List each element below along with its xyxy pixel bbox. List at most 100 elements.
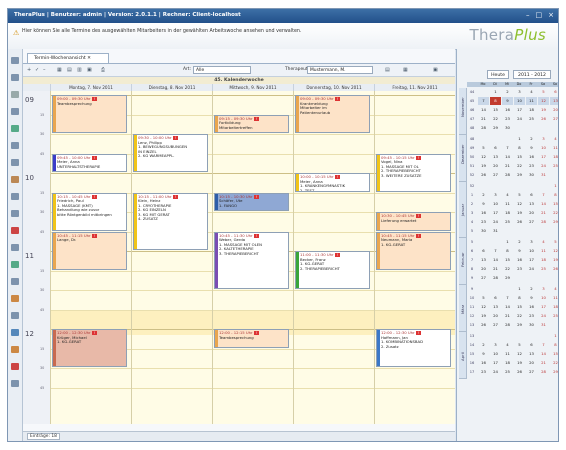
appointment[interactable]: 09:00 - 09:30 Uhr! Teambesprechung [52, 95, 127, 133]
confirm-icon[interactable]: ✓ [35, 67, 39, 73]
appointment[interactable]: 10:45 - 11:30 Uhr! Weber, Gerda 1. MASSAGE… [214, 231, 289, 289]
calendar-day[interactable]: 18 [538, 256, 549, 264]
calendar-day[interactable]: 7 [478, 97, 489, 105]
calendar-day[interactable]: 29 [490, 124, 501, 132]
calendar-day[interactable]: 2 [514, 238, 525, 246]
calendar-day[interactable] [538, 227, 549, 235]
week-number[interactable]: 52 [467, 184, 477, 188]
calendar-day[interactable]: 25 [550, 162, 558, 170]
nav-icon-15[interactable] [11, 295, 19, 302]
appointment[interactable]: 10:15 - 10:30 Uhr! Schäfer, Ute 1. FANGO [214, 192, 289, 211]
calendar-day[interactable]: 12 [538, 97, 549, 105]
calendar-day[interactable]: 24 [526, 265, 537, 273]
calendar-day[interactable]: 8 [502, 247, 513, 255]
week-number[interactable]: 9 [467, 287, 477, 291]
calendar-day[interactable]: 7 [502, 144, 513, 152]
tab-termin-wochenansicht[interactable]: Termin-Wochenansicht ✕ [27, 53, 109, 63]
calendar-day[interactable]: 17 [526, 256, 537, 264]
calendar-day[interactable] [538, 332, 549, 340]
calendar-day[interactable]: 1 [550, 182, 558, 190]
calendar-day[interactable]: 13 [526, 350, 537, 358]
calendar-day[interactable]: 9 [502, 97, 513, 105]
calendar-day[interactable] [550, 227, 558, 235]
calendar-day[interactable]: 14 [478, 106, 489, 114]
art-select[interactable]: Alle [193, 66, 251, 74]
calendar-day[interactable]: 22 [514, 312, 525, 320]
week-number[interactable]: 16 [467, 361, 477, 365]
week-number[interactable]: 17 [467, 370, 477, 374]
calendar-day[interactable]: 16 [526, 153, 537, 161]
calendar-day[interactable] [502, 285, 513, 293]
calendar-day[interactable]: 3 [514, 88, 525, 96]
calendar-day[interactable]: 16 [478, 359, 489, 367]
calendar-day[interactable]: 10 [490, 200, 501, 208]
calendar-day[interactable]: 2 [526, 285, 537, 293]
calendar-day[interactable]: 11 [502, 200, 513, 208]
nav-icon-20[interactable] [11, 380, 19, 387]
calendar-day[interactable] [526, 124, 537, 132]
calendar-day[interactable]: 7 [502, 294, 513, 302]
calendar-day[interactable]: 30 [502, 124, 513, 132]
calendar-day[interactable]: 26 [478, 321, 489, 329]
nav-icon-2[interactable] [11, 74, 19, 81]
calendar-day[interactable]: 1 [514, 135, 525, 143]
calendar-day[interactable]: 5 [538, 88, 549, 96]
week-number[interactable]: 52 [467, 173, 477, 177]
calendar-day[interactable]: 15 [502, 256, 513, 264]
calendar-day[interactable]: 4 [502, 341, 513, 349]
day-header[interactable]: Dienstag, 8. Nov 2011 [131, 84, 212, 91]
calendar-day[interactable]: 12 [514, 350, 525, 358]
calendar-day[interactable] [478, 285, 489, 293]
calendar-day[interactable]: 26 [538, 115, 549, 123]
calendar-day[interactable]: 28 [538, 218, 549, 226]
appointment[interactable]: 10:45 - 11:15 Uhr! Lange, Dr. [52, 231, 127, 270]
calendar-day[interactable]: 28 [490, 274, 501, 282]
day-view-icon[interactable]: ▦ [57, 67, 62, 73]
calendar-day[interactable]: 10 [526, 247, 537, 255]
calendar-day[interactable]: 24 [514, 115, 525, 123]
calendar-day[interactable]: 14 [502, 303, 513, 311]
calendar-day[interactable]: 2 [478, 341, 489, 349]
nav-icon-19[interactable] [11, 363, 19, 370]
calendar-day[interactable]: 22 [490, 115, 501, 123]
calendar-day[interactable]: 20 [490, 312, 501, 320]
calendar-day[interactable]: 18 [550, 153, 558, 161]
calendar-day[interactable]: 17 [514, 106, 525, 114]
calendar-day[interactable]: 14 [538, 200, 549, 208]
calendar-day[interactable]: 31 [490, 227, 501, 235]
week-number[interactable]: 10 [467, 296, 477, 300]
calendar-day[interactable]: 27 [550, 115, 558, 123]
nav-icon-11[interactable] [11, 227, 19, 234]
calendar-day[interactable]: 22 [514, 162, 525, 170]
calendar-day[interactable]: 11 [550, 144, 558, 152]
calendar-day[interactable]: 19 [538, 106, 549, 114]
calendar-day[interactable] [538, 274, 549, 282]
calendar-day[interactable] [502, 135, 513, 143]
calendar-day[interactable]: 10 [538, 144, 549, 152]
calendar-day[interactable]: 10 [514, 97, 525, 105]
calendar-day[interactable]: 7 [490, 247, 501, 255]
calendar-day[interactable]: 9 [514, 247, 525, 255]
calendar-day[interactable] [478, 238, 489, 246]
day-header[interactable]: Mittwoch, 9. Nov 2011 [212, 84, 293, 91]
calendar-day[interactable]: 29 [550, 368, 558, 376]
nav-icon-3[interactable] [11, 91, 19, 98]
calendar-day[interactable]: 12 [514, 200, 525, 208]
calendar-day[interactable] [514, 182, 525, 190]
calendar-day[interactable]: 19 [514, 359, 525, 367]
calendar-day[interactable] [514, 332, 525, 340]
calendar-day[interactable]: 26 [478, 171, 489, 179]
calendar-day[interactable]: 18 [526, 106, 537, 114]
calendar-day[interactable]: 24 [490, 368, 501, 376]
nav-icon-7[interactable] [11, 159, 19, 166]
calendar-day[interactable] [526, 332, 537, 340]
month-view-icon[interactable]: ▣ [87, 67, 92, 73]
year-range-select[interactable]: 2011 - 2012 [513, 70, 551, 79]
calendar-day[interactable]: 4 [526, 88, 537, 96]
calendar-day[interactable]: 28 [502, 171, 513, 179]
calendar-day[interactable] [550, 321, 558, 329]
calendar-day[interactable]: 28 [538, 368, 549, 376]
calendar-day[interactable]: 27 [490, 171, 501, 179]
calendar-day[interactable]: 8 [550, 191, 558, 199]
calendar-day[interactable]: 14 [538, 350, 549, 358]
